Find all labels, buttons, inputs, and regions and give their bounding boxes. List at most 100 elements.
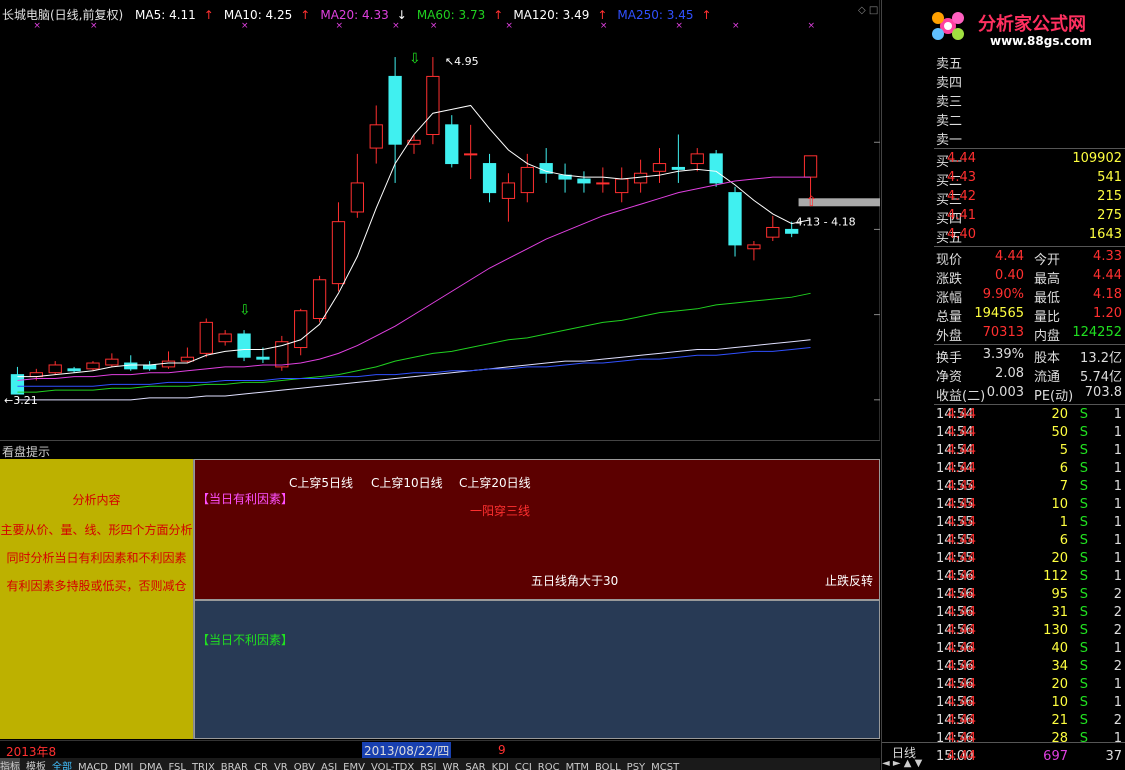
tick-price: 4.44 bbox=[947, 515, 976, 530]
tick-count: 2 bbox=[1113, 605, 1122, 620]
quote-panel: 分析家公式网 www.88gs.com 卖五 卖四 卖三 卖二 卖一 买一 4.44 1099… bbox=[881, 0, 1125, 770]
indicator-tab[interactable]: 指标 bbox=[0, 758, 20, 770]
ma-trend-arrow: ↑ bbox=[701, 8, 712, 22]
indicator-tab[interactable]: CR bbox=[254, 762, 268, 770]
tick-row: 14:56 4.44 31 S 2 bbox=[934, 604, 1125, 622]
indicator-tab[interactable]: BOLL bbox=[595, 762, 621, 770]
candle-body-down bbox=[728, 192, 742, 246]
candle-body-down bbox=[10, 374, 25, 395]
tick-volume: 34 bbox=[1051, 659, 1068, 674]
bid-level-row: 买五 4.40 1643 bbox=[934, 226, 1125, 246]
indicator-tab[interactable]: 全部 bbox=[52, 758, 72, 770]
indicator-tab-bar[interactable]: 指标 模板 全部 MACD DMI DMA FSL TRIX BRAR CR VR OBV ASI EMV… bbox=[0, 758, 880, 770]
chart-option-icon[interactable]: ◇ □ bbox=[858, 5, 878, 16]
candle-body-down bbox=[256, 356, 270, 360]
panel-nav-icons[interactable]: ◄ ► ▲ ▼ bbox=[882, 758, 922, 769]
ma-trend-arrow: ↑ bbox=[203, 8, 214, 22]
ma-legend: MA5: 4.11 ↑ MA10: 4.25 ↑ MA20: 4.33 ↓ MA60: 3.… bbox=[135, 8, 722, 22]
indicator-tab[interactable]: WR bbox=[442, 762, 459, 770]
bid-price: 4.43 bbox=[947, 170, 976, 185]
tick-price: 4.44 bbox=[947, 461, 976, 476]
ma-legend-item: MA20: 4.33 bbox=[320, 8, 389, 22]
sell-signal-arrow-icon: ⇩ bbox=[409, 51, 421, 67]
stat-label: 内盘 bbox=[1034, 329, 1061, 344]
tick-side: S bbox=[1079, 587, 1088, 602]
tick-row: 14:56 4.44 40 S 1 bbox=[934, 640, 1125, 658]
stat-label: 最低 bbox=[1034, 291, 1061, 306]
candle-body-down bbox=[577, 178, 591, 184]
tick-count: 2 bbox=[1113, 713, 1122, 728]
tick-row: 14:55 4.44 20 S 1 bbox=[934, 550, 1125, 568]
candle-body-up bbox=[615, 178, 629, 194]
stat-value: 194565 bbox=[974, 306, 1024, 321]
tick-side: S bbox=[1079, 695, 1088, 710]
ma120-line bbox=[17, 339, 811, 401]
tick-price: 4.44 bbox=[947, 587, 976, 602]
indicator-tab[interactable]: BRAR bbox=[221, 762, 248, 770]
indicator-tab[interactable]: FSL bbox=[168, 762, 186, 770]
tick-volume: 20 bbox=[1051, 677, 1068, 692]
tick-row: 14:56 4.44 21 S 2 bbox=[934, 712, 1125, 730]
indicator-tab[interactable]: VR bbox=[274, 762, 288, 770]
indicator-tab[interactable]: SAR bbox=[465, 762, 485, 770]
tick-price: 4.44 bbox=[947, 479, 976, 494]
stat-value: 70313 bbox=[982, 325, 1024, 340]
indicator-tab[interactable]: MTM bbox=[566, 762, 589, 770]
stat-label: 外盘 bbox=[936, 329, 963, 344]
tick-side: S bbox=[1079, 713, 1088, 728]
favorable-title: 【当日有利因素】 bbox=[197, 492, 294, 506]
tick-count: 1 bbox=[1113, 551, 1122, 566]
quote-stat-row: 涨幅 9.90% 最低 4.18 bbox=[934, 286, 1125, 306]
hint-header-label: 看盘提示 bbox=[2, 445, 51, 459]
ma-legend-item: MA250: 3.45 bbox=[617, 8, 694, 22]
tick-volume: 112 bbox=[1043, 569, 1068, 584]
kline-chart-panel[interactable]: 4.514.063.623.18↖4.95←3.214.13 - 4.18⇩⇩⇧… bbox=[0, 0, 880, 440]
indicator-tab[interactable]: MACD bbox=[78, 762, 108, 770]
indicator-tab[interactable]: DMI bbox=[114, 762, 133, 770]
tick-volume: 10 bbox=[1051, 695, 1068, 710]
divider bbox=[934, 404, 1125, 405]
top-marker: × bbox=[808, 21, 816, 31]
indicator-tab[interactable]: VOL-TDX bbox=[371, 762, 414, 770]
quote-stat-row: 总量 194565 量比 1.20 bbox=[934, 305, 1125, 325]
kline-chart[interactable]: 4.514.063.623.18↖4.95←3.214.13 - 4.18⇩⇩⇧… bbox=[0, 0, 880, 440]
divider bbox=[934, 344, 1125, 345]
indicator-tab[interactable]: CCI bbox=[515, 762, 532, 770]
indicator-tab[interactable]: ASI bbox=[321, 762, 337, 770]
tick-count: 1 bbox=[1113, 677, 1122, 692]
indicator-tab[interactable]: 模板 bbox=[26, 758, 46, 770]
tick-side: S bbox=[1079, 515, 1088, 530]
indicator-tab[interactable]: OBV bbox=[294, 762, 315, 770]
indicator-tab[interactable]: TRIX bbox=[192, 762, 215, 770]
tick-side: S bbox=[1079, 677, 1088, 692]
candle-body-up bbox=[312, 279, 327, 319]
indicator-tab[interactable]: PSY bbox=[627, 762, 646, 770]
unfavorable-factors-panel: 【当日不利因素】 bbox=[194, 600, 880, 739]
ma-trend-arrow: ↓ bbox=[396, 8, 407, 22]
tick-side: S bbox=[1079, 479, 1088, 494]
candle-body-up bbox=[464, 153, 478, 156]
candle-body-down bbox=[785, 228, 799, 234]
ask-level-label: 卖二 bbox=[936, 114, 963, 129]
tick-side: S bbox=[1079, 533, 1088, 548]
stock-title: 长城电脑(日线,前复权) bbox=[2, 8, 124, 22]
indicator-tab[interactable]: MCST bbox=[651, 762, 679, 770]
stat-label: 总量 bbox=[936, 310, 963, 325]
tick-side: S bbox=[1079, 623, 1088, 638]
ask-level-row: 卖五 bbox=[934, 52, 1125, 72]
range-label: 4.13 - 4.18 bbox=[796, 215, 856, 228]
indicator-tab[interactable]: DMA bbox=[139, 762, 162, 770]
indicator-tab[interactable]: EMV bbox=[343, 762, 365, 770]
tick-price: 4.44 bbox=[947, 497, 976, 512]
candle-body-up bbox=[199, 321, 213, 354]
favorable-factors-panel: 【当日有利因素】 C上穿5日线 C上穿10日线 C上穿20日线 一阳穿三线 五日… bbox=[194, 459, 880, 600]
tick-side: S bbox=[1079, 425, 1088, 440]
indicator-tab[interactable]: KDJ bbox=[492, 762, 509, 770]
fundamental-row: 收益(二) 0.003 PE(动) 703.8 bbox=[934, 384, 1125, 404]
indicator-tab[interactable]: ROC bbox=[538, 762, 560, 770]
candle-body-down bbox=[237, 333, 251, 358]
tick-row: 14:55 4.44 7 S 1 bbox=[934, 478, 1125, 496]
candle-body-up bbox=[48, 364, 62, 374]
stat-label: 最高 bbox=[1034, 272, 1061, 287]
indicator-tab[interactable]: RSI bbox=[420, 762, 436, 770]
